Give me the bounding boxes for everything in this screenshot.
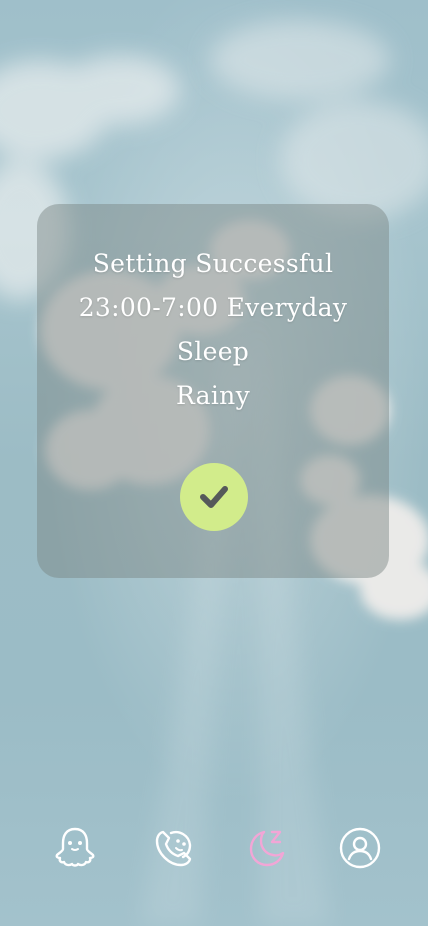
bottom-nav	[0, 820, 428, 876]
user-profile-icon	[339, 827, 381, 869]
moon-sleep-icon	[249, 830, 285, 867]
confirm-button[interactable]	[180, 463, 248, 531]
mode-label: Sleep	[176, 337, 250, 366]
nav-item-sleep[interactable]	[239, 820, 295, 876]
nav-item-call[interactable]	[146, 820, 202, 876]
nav-item-ghost[interactable]	[47, 820, 103, 876]
phone-face-icon	[155, 830, 192, 867]
schedule-time: 23:00-7:00 Everyday	[78, 293, 348, 322]
checkmark-icon	[200, 486, 228, 508]
status-title: Setting Successful	[92, 249, 334, 278]
sound-label: Rainy	[175, 381, 251, 410]
sleep-setting-screen: Setting Successful 23:00-7:00 Everyday S…	[0, 0, 428, 926]
setting-success-card: Setting Successful 23:00-7:00 Everyday S…	[37, 204, 389, 578]
nav-item-profile[interactable]	[332, 820, 388, 876]
ghost-icon	[55, 827, 95, 867]
card-text: Setting Successful 23:00-7:00 Everyday S…	[37, 242, 389, 418]
